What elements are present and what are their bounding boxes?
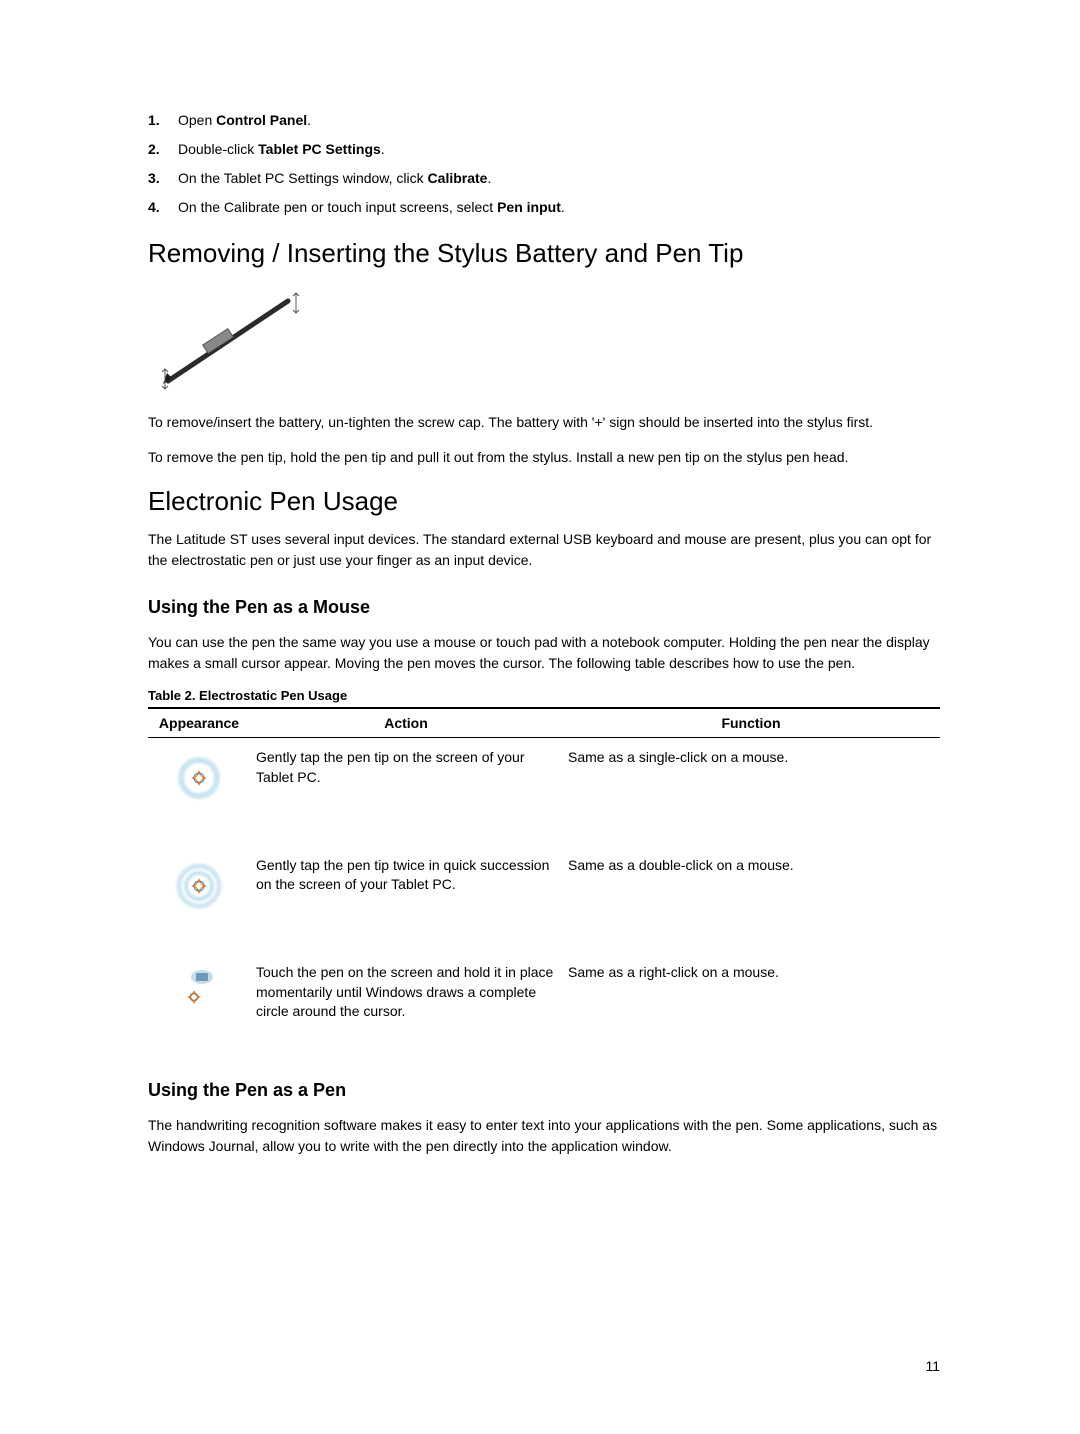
cell-function: Same as a single-click on a mouse. xyxy=(562,738,940,846)
subheading-pen-as-pen: Using the Pen as a Pen xyxy=(148,1080,940,1101)
paragraph-remove-tip: To remove the pen tip, hold the pen tip … xyxy=(148,447,940,468)
step-text: On the Tablet PC Settings window, click … xyxy=(178,168,940,189)
paragraph-remove-battery: To remove/insert the battery, un-tighten… xyxy=(148,412,940,433)
step-text: Open Control Panel. xyxy=(178,110,940,131)
step-number: 3. xyxy=(148,168,178,189)
col-function: Function xyxy=(562,708,940,738)
table-row: Gently tap the pen tip twice in quick su… xyxy=(148,846,940,954)
page-number: 11 xyxy=(925,1358,940,1374)
step-item: 3. On the Tablet PC Settings window, cli… xyxy=(148,168,940,189)
paragraph-pen-as-mouse: You can use the pen the same way you use… xyxy=(148,632,940,674)
steps-list: 1. Open Control Panel. 2. Double-click T… xyxy=(148,110,940,218)
paragraph-pen-as-pen: The handwriting recognition software mak… xyxy=(148,1115,940,1157)
heading-electronic-pen-usage: Electronic Pen Usage xyxy=(148,486,940,517)
appearance-icon-hold xyxy=(148,953,250,1054)
step-number: 1. xyxy=(148,110,178,131)
step-item: 4. On the Calibrate pen or touch input s… xyxy=(148,197,940,218)
pen-usage-table: Appearance Action Function Gently xyxy=(148,707,940,1054)
stylus-pen-icon xyxy=(162,293,299,389)
table-row: Touch the pen on the screen and hold it … xyxy=(148,953,940,1054)
step-number: 2. xyxy=(148,139,178,160)
stylus-illustration xyxy=(148,281,940,394)
step-number: 4. xyxy=(148,197,178,218)
cell-action: Gently tap the pen tip on the screen of … xyxy=(250,738,562,846)
step-text: Double-click Tablet PC Settings. xyxy=(178,139,940,160)
cell-action: Touch the pen on the screen and hold it … xyxy=(250,953,562,1054)
subheading-pen-as-mouse: Using the Pen as a Mouse xyxy=(148,597,940,618)
col-action: Action xyxy=(250,708,562,738)
col-appearance: Appearance xyxy=(148,708,250,738)
step-item: 2. Double-click Tablet PC Settings. xyxy=(148,139,940,160)
paragraph-usage: The Latitude ST uses several input devic… xyxy=(148,529,940,571)
step-text: On the Calibrate pen or touch input scre… xyxy=(178,197,940,218)
cell-function: Same as a double-click on a mouse. xyxy=(562,846,940,954)
table-caption: Table 2. Electrostatic Pen Usage xyxy=(148,688,940,703)
heading-remove-insert: Removing / Inserting the Stylus Battery … xyxy=(148,238,940,269)
appearance-icon-double-tap xyxy=(148,846,250,954)
document-page: 1. Open Control Panel. 2. Double-click T… xyxy=(0,0,1080,1434)
step-item: 1. Open Control Panel. xyxy=(148,110,940,131)
cell-action: Gently tap the pen tip twice in quick su… xyxy=(250,846,562,954)
appearance-icon-single-tap xyxy=(148,738,250,846)
cell-function: Same as a right-click on a mouse. xyxy=(562,953,940,1054)
table-row: Gently tap the pen tip on the screen of … xyxy=(148,738,940,846)
